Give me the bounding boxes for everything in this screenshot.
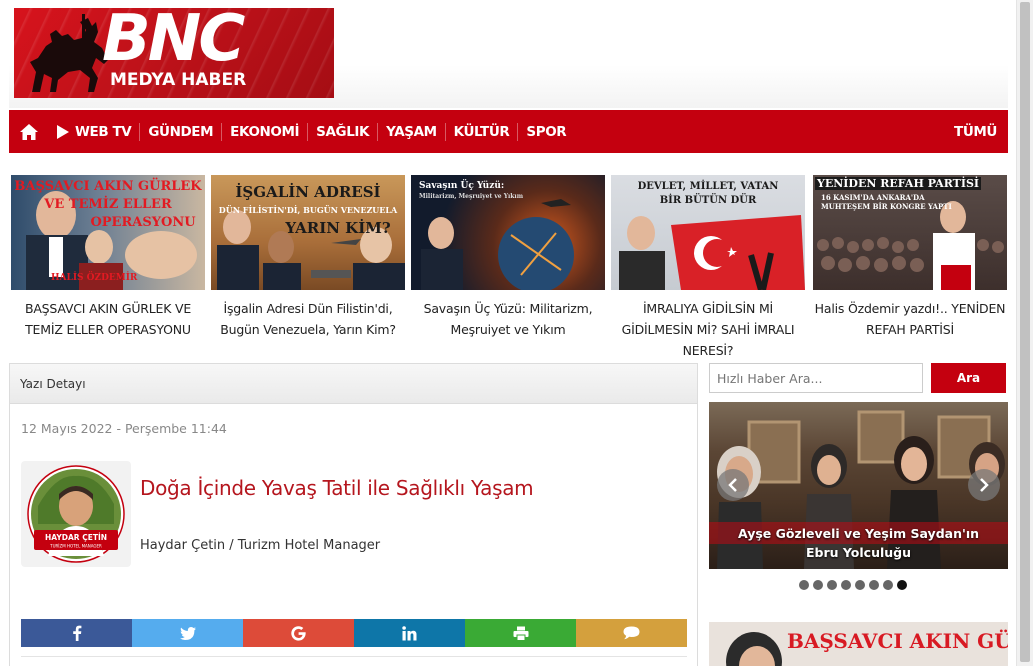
nav-item-gundem[interactable]: GÜNDEM (140, 110, 221, 153)
article-title: Doğa İçinde Yavaş Tatil ile Sağlıklı Yaş… (140, 476, 534, 500)
slider-caption[interactable]: Ayşe Gözleveli ve Yeşim Saydan'ın Ebru Y… (729, 524, 988, 562)
site-logo[interactable]: BNC MEDYA HABER (14, 8, 334, 98)
print-icon (513, 626, 528, 641)
nav-item-label: WEB TV (75, 123, 132, 140)
site-header: BNC MEDYA HABER (9, 0, 1008, 108)
chevron-right-icon (980, 478, 989, 492)
nav-item-saglik[interactable]: SAĞLIK (308, 110, 377, 153)
share-google-button[interactable] (243, 619, 354, 647)
slider-dots (799, 580, 907, 590)
headline-title[interactable]: Savaşın Üç Yüzü: Militarizm, Meşruiyet v… (411, 298, 605, 340)
thumb-headline: DÜN FİLİSTİN'Dİ, BUGÜN VENEZUELA (218, 205, 398, 215)
thumb-signature: HALİS ÖZDEMİR (51, 273, 138, 283)
thumb-headline: YENİDEN REFAH PARTİSİ (815, 177, 982, 190)
thumb-headline: BAŞSAVCI AKIN GÜRLEK (14, 179, 202, 194)
headline-card[interactable]: Savaşın Üç Yüzü: Militarizm, Meşruiyet v… (411, 175, 605, 340)
slider-dot[interactable] (855, 580, 865, 590)
logo-text: BNC (102, 8, 245, 76)
slider-dot[interactable] (883, 580, 893, 590)
search-input[interactable] (709, 363, 923, 393)
nav-item-yasam[interactable]: YAŞAM (378, 110, 445, 153)
thumb-headline: VE TEMİZ ELLER (44, 197, 172, 212)
headline-card[interactable]: DEVLET, MİLLET, VATAN BİR BÜTÜN DÜR İMRA… (611, 175, 805, 361)
share-twitter-button[interactable] (132, 619, 243, 647)
headline-thumbnail[interactable]: İŞGALİN ADRESİ DÜN FİLİSTİN'Dİ, BUGÜN VE… (211, 175, 405, 290)
article-date: 12 Mayıs 2022 - Perşembe 11:44 (21, 421, 227, 436)
chevron-left-icon (728, 478, 737, 492)
nav-home[interactable] (9, 110, 49, 153)
play-icon (57, 124, 69, 139)
comment-button[interactable] (576, 619, 687, 647)
facebook-icon (72, 625, 81, 641)
thumb-headline: İŞGALİN ADRESİ (235, 183, 381, 201)
print-button[interactable] (465, 619, 576, 647)
headline-title[interactable]: Halis Özdemir yazdı!.. YENİDEN REFAH PAR… (813, 298, 1007, 340)
nav-item-webtv[interactable]: WEB TV (49, 110, 139, 153)
slider-dot[interactable] (869, 580, 879, 590)
thumb-headline: DEVLET, MİLLET, VATAN (637, 181, 779, 192)
side-news-headline: BAŞSAVCI AKIN GÜRLEK (787, 628, 1008, 653)
scrollbar-thumb[interactable] (1020, 2, 1030, 662)
linkedin-icon (402, 625, 417, 640)
slider-prev-button[interactable] (717, 469, 749, 501)
headline-title[interactable]: İMRALIYA GİDİLSİN Mİ GİDİLMESİN Mİ? SAHİ… (611, 298, 805, 361)
headline-title[interactable]: İşgalin Adresi Dün Filistin'di, Bugün Ve… (211, 298, 405, 340)
slider-dot[interactable] (799, 580, 809, 590)
headline-thumbnail[interactable]: DEVLET, MİLLET, VATAN BİR BÜTÜN DÜR (611, 175, 805, 290)
headline-card[interactable]: İŞGALİN ADRESİ DÜN FİLİSTİN'Dİ, BUGÜN VE… (211, 175, 405, 340)
search-button[interactable]: Ara (931, 363, 1006, 393)
slider-dot[interactable] (813, 580, 823, 590)
headline-card[interactable]: YENİDEN REFAH PARTİSİ 16 KASIM'DA ANKARA… (813, 175, 1007, 340)
headline-title[interactable]: BAŞSAVCI AKIN GÜRLEK VE TEMİZ ELLER OPER… (11, 298, 205, 340)
thumb-headline: 16 KASIM'DA ANKARA'DA (821, 193, 925, 202)
headline-thumbnail[interactable]: Savaşın Üç Yüzü: Militarizm, Meşruiyet v… (411, 175, 605, 290)
nav-item-ekonomi[interactable]: EKONOMİ (222, 110, 307, 153)
side-news-thumbnail[interactable]: BAŞSAVCI AKIN GÜRLEK (709, 622, 1008, 666)
page-scrollbar[interactable] (1016, 0, 1033, 666)
share-bar (21, 619, 687, 647)
photo-label-role: TURİZM HOTEL MANAGER (49, 544, 102, 549)
home-icon (20, 123, 38, 140)
author-name[interactable]: Haydar Çetin / Turizm Hotel Manager (140, 538, 380, 553)
thumb-headline: OPERASYONU (90, 215, 196, 230)
photo-label-name: HAYDAR ÇETİN (45, 533, 107, 542)
logo-subtext: MEDYA HABER (110, 70, 247, 90)
twitter-icon (179, 626, 196, 640)
author-photo[interactable]: HAYDAR ÇETİN TURİZM HOTEL MANAGER (21, 461, 131, 567)
thumb-headline: YARIN KİM? (285, 219, 391, 237)
comment-icon (623, 626, 640, 640)
thumb-headline: Militarizm, Meşruiyet ve Yıkım (419, 193, 524, 200)
google-icon (291, 625, 306, 641)
main-nav: WEB TV GÜNDEM EKONOMİ SAĞLIK YAŞAM KÜLTÜ… (9, 110, 1008, 153)
slider-dot[interactable] (827, 580, 837, 590)
headline-thumbnail[interactable]: BAŞSAVCI AKIN GÜRLEK VE TEMİZ ELLER OPER… (11, 175, 205, 290)
nav-item-spor[interactable]: SPOR (518, 110, 574, 153)
nav-item-all[interactable]: TÜMÜ (946, 110, 1008, 153)
share-linkedin-button[interactable] (354, 619, 465, 647)
detail-header: Yazı Detayı (10, 364, 697, 404)
news-slider[interactable]: Ayşe Gözleveli ve Yeşim Saydan'ın Ebru Y… (709, 402, 1008, 569)
thumb-headline: Savaşın Üç Yüzü: (419, 181, 505, 191)
headline-strip: BAŞSAVCI AKIN GÜRLEK VE TEMİZ ELLER OPER… (11, 175, 1007, 360)
thumb-headline: BİR BÜTÜN DÜR (659, 195, 757, 206)
slider-dot[interactable] (841, 580, 851, 590)
nav-item-kultur[interactable]: KÜLTÜR (446, 110, 518, 153)
side-news-image: BAŞSAVCI AKIN GÜRLEK (709, 622, 1008, 666)
slider-next-button[interactable] (968, 469, 1000, 501)
article-detail: Yazı Detayı 12 Mayıs 2022 - Perşembe 11:… (9, 363, 698, 666)
thumb-headline: MUHTEŞEM BİR KONGRE YAPTI (821, 202, 952, 211)
headline-card[interactable]: BAŞSAVCI AKIN GÜRLEK VE TEMİZ ELLER OPER… (11, 175, 205, 340)
share-facebook-button[interactable] (21, 619, 132, 647)
author-avatar: HAYDAR ÇETİN TURİZM HOTEL MANAGER (27, 465, 125, 563)
slider-dot-active[interactable] (897, 580, 907, 590)
headline-thumbnail[interactable]: YENİDEN REFAH PARTİSİ 16 KASIM'DA ANKARA… (813, 175, 1007, 290)
